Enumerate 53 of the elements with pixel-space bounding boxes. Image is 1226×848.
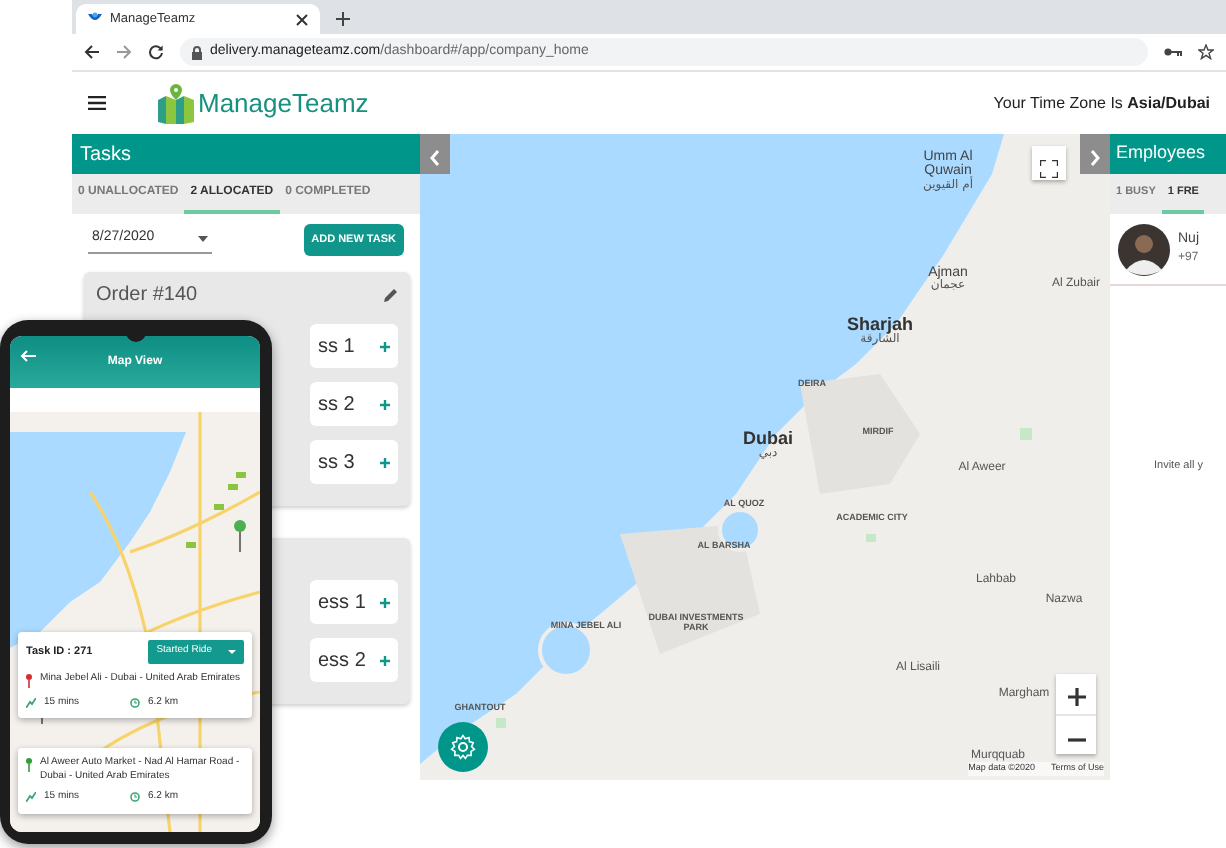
new-tab-icon[interactable] xyxy=(336,12,350,26)
plus-icon xyxy=(1067,688,1085,707)
clock-icon xyxy=(130,792,140,803)
logo-text: ManageTeamz xyxy=(198,85,369,122)
panel-title: Employees xyxy=(1116,140,1206,167)
caret-icon xyxy=(198,236,208,243)
lock-icon xyxy=(192,45,202,59)
timezone-text: Your Time Zone Is Asia/Dubai xyxy=(993,91,1210,115)
map-label: Sharjah xyxy=(847,316,913,334)
avatar-icon xyxy=(1118,223,1170,275)
route-icon xyxy=(26,697,36,708)
plus-icon[interactable] xyxy=(380,597,390,608)
zoom-out-button[interactable] xyxy=(1056,714,1096,754)
route-icon xyxy=(26,792,36,803)
clock-icon xyxy=(130,697,140,708)
minus-icon xyxy=(1067,737,1085,742)
logo-icon xyxy=(158,83,194,123)
key-icon[interactable] xyxy=(1164,46,1182,58)
address-text: ss 2 xyxy=(318,391,355,420)
back-arrow-icon[interactable] xyxy=(20,350,36,362)
fullscreen-button[interactable] xyxy=(1032,146,1066,180)
address-text: ss 1 xyxy=(318,333,355,362)
settings-icon xyxy=(450,734,476,760)
star-icon[interactable] xyxy=(1198,44,1214,60)
back-icon[interactable] xyxy=(84,44,100,60)
address-row[interactable]: ess 2 xyxy=(310,638,398,683)
zoom-in-button[interactable] xyxy=(1056,674,1096,714)
forward-icon[interactable] xyxy=(116,44,132,60)
fullscreen-icon xyxy=(1040,160,1058,179)
chevron-right-icon xyxy=(1090,149,1100,166)
address-row[interactable]: ss 3 xyxy=(310,440,398,485)
address-text: ss 3 xyxy=(318,449,355,478)
plus-icon[interactable] xyxy=(380,457,390,468)
map-label: Dubai xyxy=(743,430,793,449)
menu-icon[interactable] xyxy=(88,96,106,110)
order-title: Order #140 xyxy=(96,282,198,311)
address-row[interactable]: ess 1 xyxy=(310,580,398,625)
address-text: ess 2 xyxy=(318,647,366,676)
site-icon xyxy=(88,12,102,26)
address-row[interactable]: ss 2 xyxy=(310,382,398,427)
collapse-left-button[interactable] xyxy=(420,134,450,174)
address-row[interactable]: ss 1 xyxy=(310,324,398,369)
address-text: ess 1 xyxy=(318,589,366,618)
pencil-icon[interactable] xyxy=(384,288,398,303)
plus-icon[interactable] xyxy=(380,341,390,352)
plus-icon[interactable] xyxy=(380,655,390,666)
caret-icon xyxy=(228,649,236,654)
panel-title: Tasks xyxy=(80,141,132,169)
chevron-left-icon xyxy=(430,149,440,166)
collapse-right-button[interactable] xyxy=(1080,134,1110,174)
plus-icon[interactable] xyxy=(380,399,390,410)
reload-icon[interactable] xyxy=(148,44,164,60)
close-icon[interactable] xyxy=(296,13,308,25)
